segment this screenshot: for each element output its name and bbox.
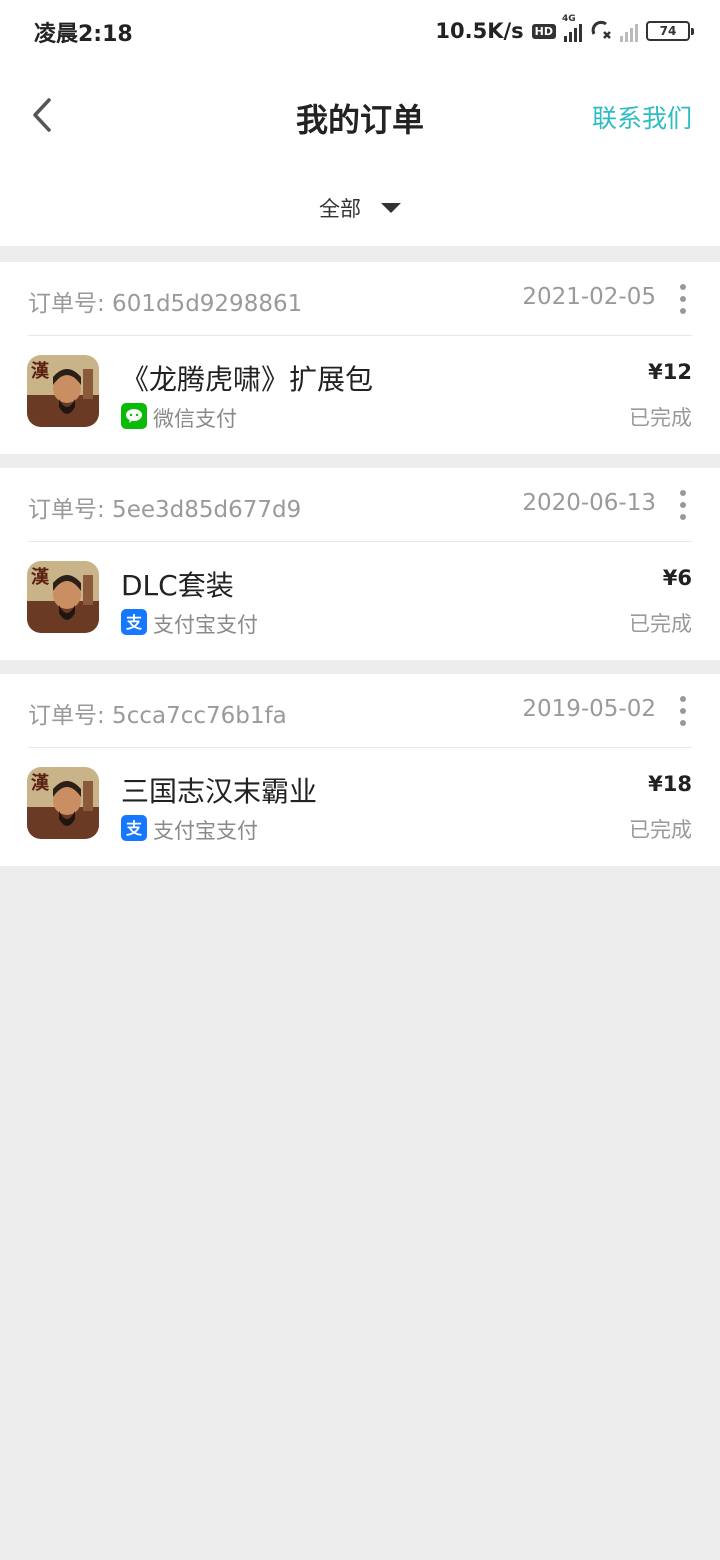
- payment-label: 微信支付: [153, 407, 237, 431]
- item-title: DLC套装: [121, 569, 234, 602]
- status-time: 凌晨2:18: [34, 22, 133, 47]
- game-icon: 漢: [27, 355, 99, 427]
- order-card[interactable]: 订单号: 5ee3d85d677d9 2020-06-13 漢 DLC套装 支 …: [0, 468, 720, 660]
- contact-us-link[interactable]: 联系我们: [592, 99, 692, 135]
- order-card[interactable]: 订单号: 5cca7cc76b1fa 2019-05-02 漢 三国志汉末霸业 …: [0, 674, 720, 866]
- wifi-signal-icon: [620, 20, 638, 42]
- item-title: 《龙腾虎啸》扩展包: [121, 363, 374, 396]
- more-options-button[interactable]: [674, 490, 692, 520]
- order-price: ¥6: [662, 566, 692, 590]
- net-speed: 10.5K/s: [435, 19, 524, 43]
- svg-text:支: 支: [125, 819, 143, 838]
- hotspot-icon: [590, 18, 612, 44]
- order-number: 订单号: 5ee3d85d677d9: [28, 497, 302, 523]
- order-status: 已完成: [629, 818, 692, 842]
- wechat-pay-icon: [121, 403, 147, 433]
- order-date: 2021-02-05: [522, 284, 656, 310]
- order-card-header: 订单号: 5cca7cc76b1fa 2019-05-02: [28, 674, 692, 748]
- alipay-icon: 支: [121, 609, 147, 639]
- battery-icon: 74: [646, 21, 694, 41]
- status-icons: 10.5K/s HD 4G 74: [435, 14, 694, 48]
- more-options-button[interactable]: [674, 284, 692, 314]
- hd-badge: HD: [531, 23, 556, 39]
- top-nav-bar: 我的订单 联系我们: [0, 62, 720, 170]
- icon-glyph: 漢: [31, 772, 50, 794]
- payment-method: 微信支付: [121, 403, 237, 433]
- payment-method: 支 支付宝支付: [121, 609, 258, 639]
- payment-label: 支付宝支付: [153, 613, 258, 637]
- order-list: 订单号: 601d5d9298861 2021-02-05 漢 《龙腾虎啸》扩展…: [0, 262, 720, 880]
- order-card[interactable]: 订单号: 601d5d9298861 2021-02-05 漢 《龙腾虎啸》扩展…: [0, 262, 720, 454]
- status-bar: 凌晨2:18 10.5K/s HD 4G 74: [0, 0, 720, 62]
- icon-glyph: 漢: [31, 566, 50, 588]
- order-status: 已完成: [629, 612, 692, 636]
- order-card-header: 订单号: 5ee3d85d677d9 2020-06-13: [28, 468, 692, 542]
- order-number: 订单号: 5cca7cc76b1fa: [28, 703, 287, 729]
- order-price: ¥18: [648, 772, 692, 796]
- order-status: 已完成: [629, 406, 692, 430]
- filter-label: 全部: [319, 197, 361, 221]
- game-icon: 漢: [27, 561, 99, 633]
- order-date: 2019-05-02: [522, 696, 656, 722]
- network-type-label: 4G: [562, 14, 576, 24]
- caret-down-icon: [381, 203, 401, 213]
- icon-glyph: 漢: [31, 360, 50, 382]
- payment-label: 支付宝支付: [153, 819, 258, 843]
- game-icon: 漢: [27, 767, 99, 839]
- alipay-icon: 支: [121, 815, 147, 845]
- signal-icon: 4G: [562, 14, 582, 42]
- more-options-button[interactable]: [674, 696, 692, 726]
- payment-method: 支 支付宝支付: [121, 815, 258, 845]
- svg-text:支: 支: [125, 613, 143, 632]
- order-date: 2020-06-13: [522, 490, 656, 516]
- order-card-header: 订单号: 601d5d9298861 2021-02-05: [28, 262, 692, 336]
- order-number: 订单号: 601d5d9298861: [28, 291, 303, 317]
- order-filter-dropdown[interactable]: 全部: [0, 170, 720, 246]
- item-title: 三国志汉末霸业: [121, 775, 318, 808]
- order-price: ¥12: [648, 360, 692, 384]
